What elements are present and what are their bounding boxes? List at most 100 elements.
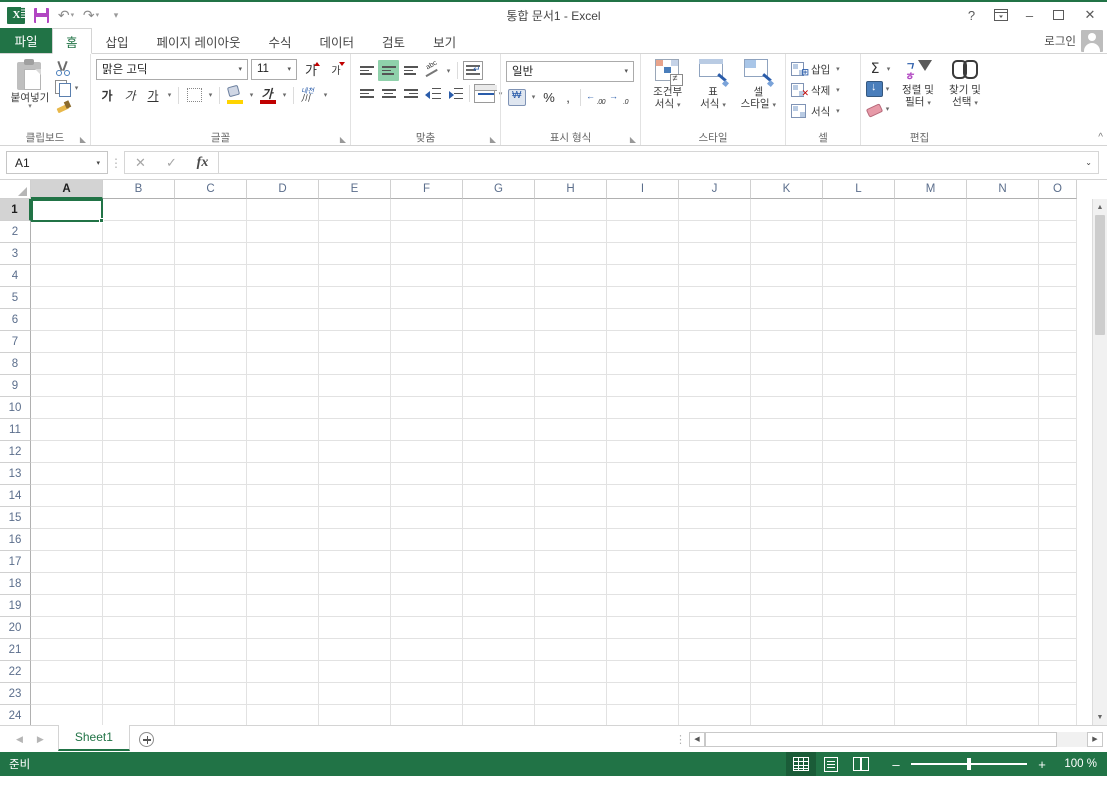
copy-button[interactable]: ▾ [55, 79, 81, 97]
cell-D14[interactable] [247, 485, 319, 507]
cell-L2[interactable] [823, 221, 895, 243]
cell-E1[interactable] [319, 199, 391, 221]
cell-N4[interactable] [967, 265, 1039, 287]
column-header-E[interactable]: E [319, 180, 391, 199]
cell-J16[interactable] [679, 529, 751, 551]
column-header-B[interactable]: B [103, 180, 175, 199]
cell-N11[interactable] [967, 419, 1039, 441]
fill-button[interactable]: ▾ [866, 79, 893, 98]
underline-button[interactable]: 가 [142, 85, 164, 106]
cell-J17[interactable] [679, 551, 751, 573]
cell-J7[interactable] [679, 331, 751, 353]
merge-cells-button[interactable] [474, 83, 497, 104]
cell-G6[interactable] [463, 309, 535, 331]
cell-O20[interactable] [1039, 617, 1077, 639]
cell-M6[interactable] [895, 309, 967, 331]
cell-I22[interactable] [607, 661, 679, 683]
cell-B12[interactable] [103, 441, 175, 463]
cell-F9[interactable] [391, 375, 463, 397]
column-header-L[interactable]: L [823, 180, 895, 199]
cell-M20[interactable] [895, 617, 967, 639]
cell-O19[interactable] [1039, 595, 1077, 617]
cell-H10[interactable] [535, 397, 607, 419]
cell-H18[interactable] [535, 573, 607, 595]
cell-G12[interactable] [463, 441, 535, 463]
cell-I21[interactable] [607, 639, 679, 661]
cell-O1[interactable] [1039, 199, 1077, 221]
cell-H16[interactable] [535, 529, 607, 551]
cell-A21[interactable] [31, 639, 103, 661]
cell-M24[interactable] [895, 705, 967, 725]
cell-N23[interactable] [967, 683, 1039, 705]
cell-E24[interactable] [319, 705, 391, 725]
cell-K16[interactable] [751, 529, 823, 551]
row-header-15[interactable]: 15 [0, 507, 31, 529]
cell-J3[interactable] [679, 243, 751, 265]
cell-C16[interactable] [175, 529, 247, 551]
customize-qat-icon[interactable]: ▾ [104, 4, 128, 26]
tab-insert[interactable]: 삽입 [92, 28, 143, 53]
cell-N13[interactable] [967, 463, 1039, 485]
cell-G18[interactable] [463, 573, 535, 595]
column-header-C[interactable]: C [175, 180, 247, 199]
cell-I15[interactable] [607, 507, 679, 529]
align-left-button[interactable] [356, 83, 377, 104]
cell-F20[interactable] [391, 617, 463, 639]
cell-G24[interactable] [463, 705, 535, 725]
cell-K4[interactable] [751, 265, 823, 287]
cell-E9[interactable] [319, 375, 391, 397]
zoom-slider-thumb[interactable] [967, 758, 971, 771]
fill-color-caret-icon[interactable]: ▾ [247, 91, 256, 99]
cell-E6[interactable] [319, 309, 391, 331]
cell-B14[interactable] [103, 485, 175, 507]
zoom-value[interactable]: 100 % [1057, 758, 1097, 770]
cell-B21[interactable] [103, 639, 175, 661]
cell-J11[interactable] [679, 419, 751, 441]
name-box-caret-icon[interactable]: ▾ [91, 159, 105, 167]
cell-O7[interactable] [1039, 331, 1077, 353]
cell-M3[interactable] [895, 243, 967, 265]
cell-H12[interactable] [535, 441, 607, 463]
cell-I24[interactable] [607, 705, 679, 725]
cell-I18[interactable] [607, 573, 679, 595]
font-color-button[interactable]: 가 [257, 85, 279, 106]
cell-F10[interactable] [391, 397, 463, 419]
insert-cells-button[interactable]: ⊞ 삽입 ▾ [791, 59, 842, 79]
cell-L23[interactable] [823, 683, 895, 705]
cell-D16[interactable] [247, 529, 319, 551]
cell-L19[interactable] [823, 595, 895, 617]
cell-F3[interactable] [391, 243, 463, 265]
cell-M2[interactable] [895, 221, 967, 243]
column-header-N[interactable]: N [967, 180, 1039, 199]
cell-I14[interactable] [607, 485, 679, 507]
cell-E20[interactable] [319, 617, 391, 639]
align-center-button[interactable] [378, 83, 399, 104]
wrap-text-button[interactable] [462, 60, 483, 81]
cell-D10[interactable] [247, 397, 319, 419]
cell-G1[interactable] [463, 199, 535, 221]
cell-D22[interactable] [247, 661, 319, 683]
cell-D3[interactable] [247, 243, 319, 265]
cell-K5[interactable] [751, 287, 823, 309]
cell-I23[interactable] [607, 683, 679, 705]
clear-button[interactable]: ▾ [866, 99, 893, 118]
cell-K10[interactable] [751, 397, 823, 419]
cell-E19[interactable] [319, 595, 391, 617]
cell-O23[interactable] [1039, 683, 1077, 705]
cell-A2[interactable] [31, 221, 103, 243]
cell-H4[interactable] [535, 265, 607, 287]
cell-C18[interactable] [175, 573, 247, 595]
cell-F8[interactable] [391, 353, 463, 375]
column-header-D[interactable]: D [247, 180, 319, 199]
cell-F15[interactable] [391, 507, 463, 529]
cell-J21[interactable] [679, 639, 751, 661]
cell-A6[interactable] [31, 309, 103, 331]
bold-button[interactable]: 가 [96, 85, 118, 106]
cell-E2[interactable] [319, 221, 391, 243]
italic-button[interactable]: 가 [119, 85, 141, 106]
tab-home[interactable]: 홈 [52, 28, 92, 54]
maximize-restore-icon[interactable] [1044, 3, 1073, 27]
cell-K24[interactable] [751, 705, 823, 725]
cell-D15[interactable] [247, 507, 319, 529]
cell-A14[interactable] [31, 485, 103, 507]
